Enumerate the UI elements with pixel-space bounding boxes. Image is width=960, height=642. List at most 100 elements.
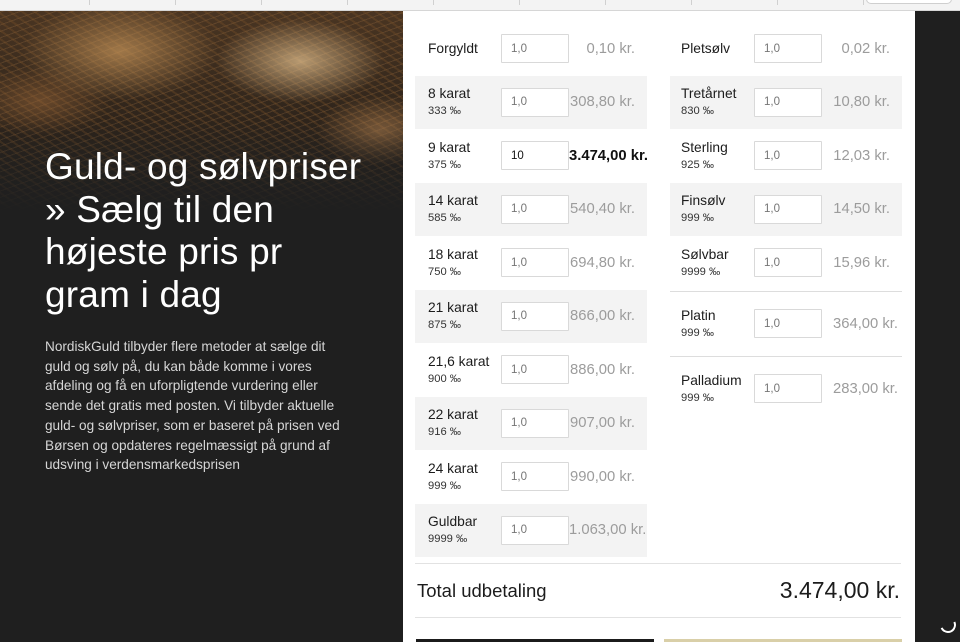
item-fineness: 999 ‰ xyxy=(428,479,461,492)
item-price: 15,96 kr. xyxy=(833,254,890,271)
grams-input[interactable] xyxy=(501,355,569,385)
item-fineness: 333 ‰ xyxy=(428,105,461,118)
item-price: 0,02 kr. xyxy=(841,40,890,57)
item-label: Platin xyxy=(681,307,716,323)
item-name: Pletsølv xyxy=(681,40,754,57)
grams-input[interactable] xyxy=(754,141,822,171)
item-fineness: 9999 ‰ xyxy=(428,533,468,546)
item-name: 9 karat 375 ‰ xyxy=(428,139,501,173)
grams-input[interactable] xyxy=(501,462,569,492)
gold-price-list: Forgyldt 0,10 kr. 8 karat 333 ‰ 308,80 k… xyxy=(415,22,648,557)
price-row-pletsolv: Pletsølv 0,02 kr. xyxy=(670,22,902,76)
price-row-22-karat: 22 karat 916 ‰ 907,00 kr. xyxy=(415,396,647,450)
grams-input[interactable] xyxy=(501,87,569,117)
item-fineness: 875 ‰ xyxy=(428,319,461,332)
top-bar-segment xyxy=(0,0,90,5)
price-row-tretarnet: Tretårnet 830 ‰ 10,80 kr. xyxy=(670,75,902,129)
price-row-solvbar: Sølvbar 9999 ‰ 15,96 kr. xyxy=(670,236,902,290)
price-row-sterling: Sterling 925 ‰ 12,03 kr. xyxy=(670,129,902,183)
item-fineness: 925 ‰ xyxy=(681,158,714,171)
item-label: 9 karat xyxy=(428,139,471,155)
top-bar-segment xyxy=(176,0,262,5)
item-price: 866,00 kr. xyxy=(570,308,635,325)
item-label: Finsølv xyxy=(681,193,726,209)
item-price: 364,00 kr. xyxy=(833,315,898,332)
grams-input[interactable] xyxy=(501,248,569,278)
section-divider xyxy=(670,356,902,357)
item-price: 907,00 kr. xyxy=(570,415,635,432)
item-label: 21 karat xyxy=(428,300,478,316)
item-price: 990,00 kr. xyxy=(570,468,635,485)
item-name: Palladium 999 ‰ xyxy=(681,372,754,406)
top-bar-segment xyxy=(262,0,348,5)
item-label: 18 karat xyxy=(428,246,478,262)
grams-input[interactable] xyxy=(501,34,569,64)
price-row-24-karat: 24 karat 999 ‰ 990,00 kr. xyxy=(415,450,647,504)
section-divider xyxy=(670,291,902,292)
item-label: 14 karat xyxy=(428,193,478,209)
grams-input[interactable] xyxy=(501,515,569,545)
item-price: 694,80 kr. xyxy=(570,254,635,271)
total-divider-top xyxy=(415,563,901,564)
item-fineness: 900 ‰ xyxy=(428,372,461,385)
item-price: 10,80 kr. xyxy=(833,94,890,111)
grams-input[interactable] xyxy=(501,301,569,331)
price-row-18-karat: 18 karat 750 ‰ 694,80 kr. xyxy=(415,236,647,290)
total-value: 3.474,00 kr. xyxy=(779,577,900,603)
top-bar-segment xyxy=(348,0,434,5)
top-bar-pill-button[interactable] xyxy=(866,0,952,4)
grams-input[interactable] xyxy=(501,141,569,171)
grams-input[interactable] xyxy=(754,194,822,224)
total-label: Total udbetaling xyxy=(417,580,547,601)
grams-input[interactable] xyxy=(754,87,822,117)
hero-section: Guld- og sølvpriser » Sælg til den højes… xyxy=(0,11,403,642)
grams-input[interactable] xyxy=(754,34,822,64)
page-gutter xyxy=(915,11,960,642)
item-fineness: 999 ‰ xyxy=(681,212,714,225)
item-label: Palladium xyxy=(681,372,742,388)
item-name: Forgyldt xyxy=(428,40,501,57)
price-row-guldbar: Guldbar 9999 ‰ 1.063,00 kr. xyxy=(415,503,647,557)
item-name: Platin 999 ‰ xyxy=(681,307,754,341)
top-bar-segment xyxy=(434,0,520,5)
item-fineness: 585 ‰ xyxy=(428,212,461,225)
total-divider-bottom xyxy=(415,617,901,618)
grams-input[interactable] xyxy=(754,309,822,339)
item-fineness: 9999 ‰ xyxy=(681,265,721,278)
grams-input[interactable] xyxy=(754,248,822,278)
item-price: 1.063,00 kr. xyxy=(569,522,647,539)
price-row-finsolv: Finsølv 999 ‰ 14,50 kr. xyxy=(670,182,902,236)
item-price: 283,00 kr. xyxy=(833,380,898,397)
item-name: Finsølv 999 ‰ xyxy=(681,192,754,226)
item-name: 21 karat 875 ‰ xyxy=(428,299,501,333)
item-price: 3.474,00 kr. xyxy=(569,147,648,164)
item-label: Guldbar xyxy=(428,514,478,530)
top-bar-segment xyxy=(520,0,606,5)
item-fineness: 999 ‰ xyxy=(681,391,714,404)
item-price: 886,00 kr. xyxy=(570,361,635,378)
item-label: Sølvbar xyxy=(681,246,729,262)
page-title: Guld- og sølvpriser » Sælg til den højes… xyxy=(45,146,362,315)
item-price: 540,40 kr. xyxy=(570,201,635,218)
item-fineness: 916 ‰ xyxy=(428,426,461,439)
item-label: 22 karat xyxy=(428,407,478,423)
price-row-14-karat: 14 karat 585 ‰ 540,40 kr. xyxy=(415,182,647,236)
item-label: 8 karat xyxy=(428,86,471,102)
price-row-21-6-karat: 21,6 karat 900 ‰ 886,00 kr. xyxy=(415,343,647,397)
item-label: Forgyldt xyxy=(428,41,478,57)
price-row-8-karat: 8 karat 333 ‰ 308,80 kr. xyxy=(415,75,647,129)
item-name: 22 karat 916 ‰ xyxy=(428,406,501,440)
price-row-9-karat: 9 karat 375 ‰ 3.474,00 kr. xyxy=(415,129,648,183)
top-bar-segment xyxy=(778,0,864,5)
top-bar-segment xyxy=(90,0,176,5)
item-label: 21,6 karat xyxy=(428,353,490,369)
top-bar-segment xyxy=(606,0,692,5)
grams-input[interactable] xyxy=(501,408,569,438)
item-name: 21,6 karat 900 ‰ xyxy=(428,353,501,387)
grams-input[interactable] xyxy=(754,374,822,404)
grams-input[interactable] xyxy=(501,194,569,224)
item-name: Sterling 925 ‰ xyxy=(681,139,754,173)
item-name: Sølvbar 9999 ‰ xyxy=(681,246,754,280)
price-row-21-karat: 21 karat 875 ‰ 866,00 kr. xyxy=(415,289,647,343)
item-name: 8 karat 333 ‰ xyxy=(428,85,501,119)
